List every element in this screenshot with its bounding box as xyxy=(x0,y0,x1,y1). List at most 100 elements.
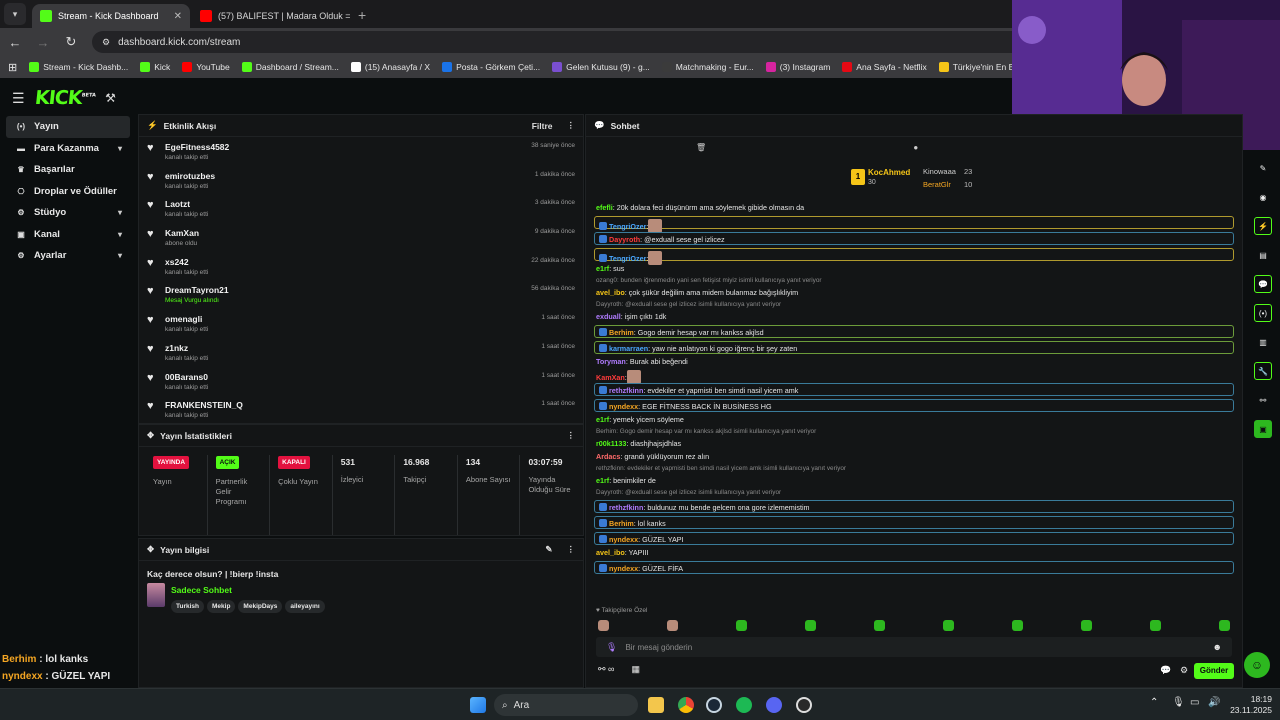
activity-username[interactable]: xs242 xyxy=(165,257,208,267)
back-icon[interactable]: ← xyxy=(8,35,22,50)
chevron-down-icon[interactable]: ▾ xyxy=(118,144,122,153)
flash-icon[interactable]: ⚡ xyxy=(1254,217,1272,235)
chat-username[interactable]: TengriOzer xyxy=(609,222,646,231)
chat-username[interactable]: e1rf xyxy=(596,476,609,485)
bookmark-item[interactable]: Matchmaking - Eur... xyxy=(661,62,754,72)
chat-input[interactable]: 🎙 Bir mesaj gönderin ☻ xyxy=(596,637,1232,657)
windows-start-icon[interactable] xyxy=(470,697,486,713)
gift-icon[interactable]: ▦ xyxy=(632,664,641,674)
emote-icon[interactable] xyxy=(1150,620,1161,631)
stream-tag[interactable]: Turkish xyxy=(171,600,204,613)
emote-icon[interactable] xyxy=(736,620,747,631)
spotify-icon[interactable] xyxy=(736,697,752,713)
broadcast-icon[interactable]: (•) xyxy=(1254,304,1272,322)
chat-username[interactable]: nyndexx xyxy=(609,564,638,573)
chat-username[interactable]: e1rf xyxy=(596,415,609,424)
chat-username[interactable]: efefli xyxy=(596,203,613,212)
camera-icon[interactable]: ◉ xyxy=(1254,188,1272,206)
chevron-down-icon[interactable]: ▾ xyxy=(118,230,122,239)
bookmark-item[interactable]: Stream - Kick Dashb... xyxy=(29,62,128,72)
edit-icon[interactable]: ✎ xyxy=(545,544,552,555)
obs-icon[interactable] xyxy=(796,697,812,713)
apps-icon[interactable]: ⊞ xyxy=(8,61,17,74)
message-icon[interactable]: 💬 xyxy=(1254,275,1272,293)
activity-username[interactable]: 00Barans0 xyxy=(165,372,208,382)
chevron-down-icon[interactable]: ▾ xyxy=(118,251,122,260)
tab-kick-dashboard[interactable]: Stream - Kick Dashboard ✕ xyxy=(32,4,190,28)
chat-username[interactable]: rethzfkinn xyxy=(609,503,643,512)
chat-username[interactable]: Toryman xyxy=(596,357,626,366)
activity-username[interactable]: emirotuzbes xyxy=(165,171,215,181)
emote-icon[interactable] xyxy=(1081,620,1092,631)
chat-username[interactable]: Berhim xyxy=(609,519,634,528)
bookmark-item[interactable]: (3) Instagram xyxy=(765,62,830,72)
file-explorer-icon[interactable] xyxy=(648,697,664,713)
document-icon[interactable]: ▤ xyxy=(1254,246,1272,264)
chat-username[interactable]: avel_ibo xyxy=(596,288,625,297)
activity-username[interactable]: omenagli xyxy=(165,314,208,324)
emote-icon[interactable] xyxy=(805,620,816,631)
filter-button[interactable]: Filtre xyxy=(532,121,553,131)
discord-icon[interactable] xyxy=(766,697,782,713)
stream-tag[interactable]: aileyayını xyxy=(285,600,325,613)
chat-username[interactable]: TengriOzer xyxy=(609,254,646,263)
sidebar-item-kanal[interactable]: ▣ Kanal ▾ xyxy=(6,224,130,246)
sidebar-item-başarılar[interactable]: ♛ Başarılar xyxy=(6,159,130,181)
bookmark-item[interactable]: Dashboard / Stream... xyxy=(241,62,339,72)
stream-tag[interactable]: Mekip xyxy=(207,600,236,613)
hamburger-menu-icon[interactable]: ☰ xyxy=(12,90,25,107)
activity-username[interactable]: FRANKENSTEIN_Q xyxy=(165,400,243,410)
sidebar-item-stüdyo[interactable]: ⚙ Stüdyo ▾ xyxy=(6,202,130,224)
kick-logo[interactable]: KICKBETA xyxy=(33,87,96,109)
reload-icon[interactable]: ↻ xyxy=(64,34,78,50)
url-field[interactable]: ⚙ dashboard.kick.com/stream xyxy=(92,31,1072,53)
sidebar-item-para-kazanma[interactable]: ▬ Para Kazanma ▾ xyxy=(6,138,130,160)
bookmark-item[interactable]: Gelen Kutusu (9) - g... xyxy=(552,62,650,72)
drag-handle-icon[interactable]: ✥ xyxy=(147,544,154,555)
drag-handle-icon[interactable]: ✥ xyxy=(147,430,154,441)
activity-username[interactable]: EgeFitness4582 xyxy=(165,142,229,152)
chat-username[interactable]: e1rf xyxy=(596,264,609,273)
forward-icon[interactable]: → xyxy=(36,35,50,50)
chevron-down-icon[interactable]: ▾ xyxy=(118,208,122,217)
chat-username[interactable]: Ardacs xyxy=(596,452,620,461)
help-chat-button[interactable]: ☺ xyxy=(1244,652,1270,678)
hammer-icon[interactable]: ⚒ xyxy=(105,91,116,105)
bookmark-item[interactable]: YouTube xyxy=(182,62,230,72)
new-tab-button[interactable]: + xyxy=(358,7,366,23)
layers-icon[interactable]: ▥ xyxy=(1254,333,1272,351)
close-icon[interactable]: ✕ xyxy=(174,11,182,22)
chat-username[interactable]: nyndexx xyxy=(609,535,638,544)
more-options-icon[interactable]: ⋮ xyxy=(567,544,576,555)
chat-username[interactable]: KamXan xyxy=(596,373,625,382)
emote-icon[interactable] xyxy=(943,620,954,631)
chat-username[interactable]: exduall xyxy=(596,312,621,321)
emote-icon[interactable] xyxy=(874,620,885,631)
chat-bubble-icon[interactable]: ● xyxy=(913,143,918,152)
chat-username[interactable]: nyndexx xyxy=(609,402,638,411)
trash-icon[interactable]: 🗑 xyxy=(696,143,706,152)
steam-icon[interactable] xyxy=(706,697,722,713)
send-button[interactable]: Gönder xyxy=(1194,663,1234,679)
bookmark-item[interactable]: Posta - Görkem Çeti... xyxy=(442,62,540,72)
emoji-icon[interactable]: ☻ xyxy=(1213,642,1222,652)
site-info-icon[interactable]: ⚙ xyxy=(102,37,110,48)
more-options-icon[interactable]: ⋮ xyxy=(567,120,576,131)
connections-icon[interactable]: ⚯ ∞ xyxy=(598,664,614,674)
connections-icon[interactable]: ⚯ xyxy=(1254,391,1272,409)
category-label[interactable]: Sadece Sohbet xyxy=(171,585,328,595)
tray-arrow-icon[interactable]: ⌃ xyxy=(1150,697,1158,708)
pencil-icon[interactable]: ✎ xyxy=(1254,159,1272,177)
chat-username[interactable]: karmarraen xyxy=(609,344,648,353)
gear-icon[interactable]: ⚙ xyxy=(1180,665,1188,676)
sidebar-item-ayarlar[interactable]: ⚙ Ayarlar ▾ xyxy=(6,245,130,267)
activity-username[interactable]: DreamTayron21 xyxy=(165,285,229,295)
volume-icon[interactable]: 🔊 xyxy=(1208,697,1220,708)
stream-tag[interactable]: MekipDays xyxy=(238,600,283,613)
wrench-icon[interactable]: 🔧 xyxy=(1254,362,1272,380)
chat-username[interactable]: Dayyroth xyxy=(609,235,640,244)
microphone-icon[interactable]: 🎙 xyxy=(1172,697,1185,708)
bookmark-item[interactable]: (15) Anasayfa / X xyxy=(350,62,430,72)
chat-username[interactable]: rethzfkinn xyxy=(609,386,643,395)
emote-icon[interactable] xyxy=(1219,620,1230,631)
